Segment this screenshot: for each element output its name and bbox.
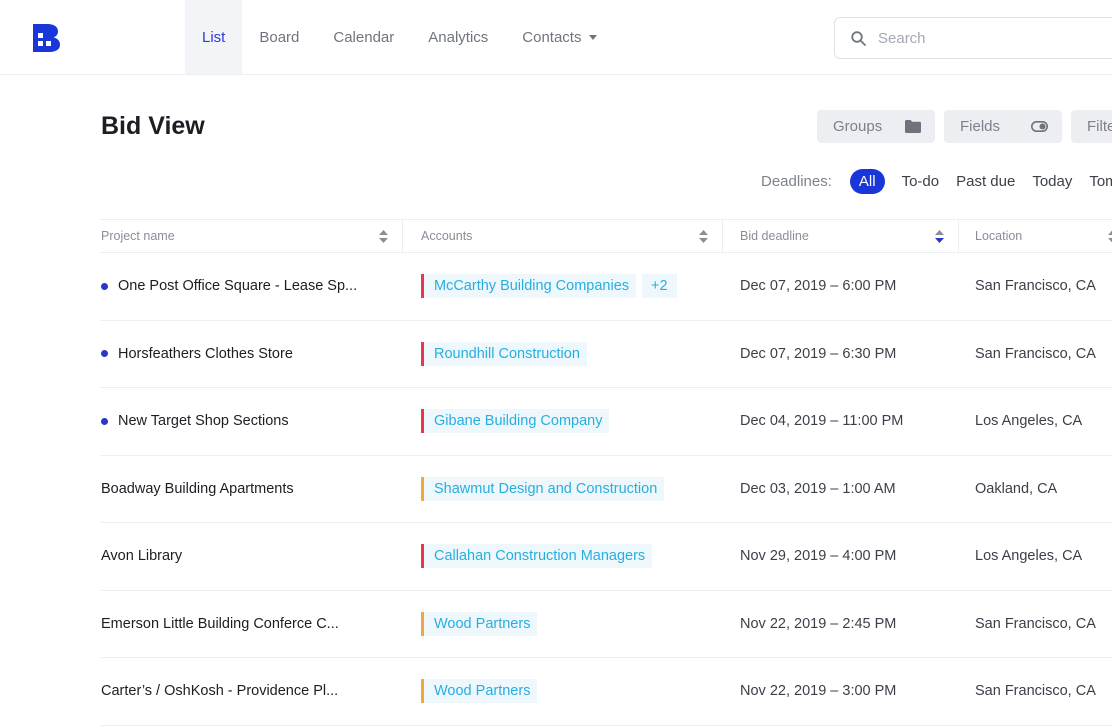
table-row[interactable]: Avon Library Callahan Construction Manag… [101,523,1112,591]
fields-button[interactable]: Fields [944,110,1062,143]
deadline-filter-todo[interactable]: To-do [902,173,940,190]
deadline-filter-past-due[interactable]: Past due [956,173,1015,190]
tab-calendar[interactable]: Calendar [316,0,411,74]
project-cell: New Target Shop Sections [101,413,403,429]
sort-icon[interactable] [379,229,388,243]
project-cell: Emerson Little Building Conferce C... [101,616,403,632]
deadline-filter-bar: Deadlines: All To-do Past due Today Tomo… [761,169,1112,194]
column-label: Project name [101,229,175,243]
project-cell: Boadway Building Apartments [101,481,403,497]
tab-label: Contacts [522,28,582,46]
view-toolbar: Groups Fields Filters [817,110,1112,143]
accounts-cell: Gibane Building Company [403,409,723,434]
project-cell: Avon Library [101,548,403,564]
deadline-filter-tomorrow[interactable]: Tomorrow [1089,173,1112,190]
table-row[interactable]: Horsfeathers Clothes Store Roundhill Con… [101,321,1112,388]
bid-deadline: Nov 22, 2019 – 2:45 PM [740,615,897,632]
accounts-cell: Shawmut Design and Construction [403,476,723,501]
project-name[interactable]: One Post Office Square - Lease Sp... [118,278,357,294]
caret-down-icon [589,34,598,40]
project-cell: Horsfeathers Clothes Store [101,346,403,362]
folder-icon [905,120,921,133]
project-name[interactable]: Carter’s / OshKosh - Providence Pl... [101,683,338,699]
table-row[interactable]: Emerson Little Building Conferce C... Wo… [101,591,1112,658]
bid-deadline: Dec 03, 2019 – 1:00 AM [740,480,896,497]
main-nav: List Board Calendar Analytics Contacts [185,0,614,74]
location: San Francisco, CA [975,615,1096,632]
deadlines-label: Deadlines: [761,173,832,190]
tab-contacts[interactable]: Contacts [505,0,614,74]
location: Los Angeles, CA [975,548,1083,565]
accounts-cell: Wood Partners [403,611,723,636]
page-title: Bid View [101,112,205,140]
account-tag[interactable]: Shawmut Design and Construction [421,476,665,501]
table-row[interactable]: Boadway Building Apartments Shawmut Desi… [101,456,1112,523]
project-cell: Carter’s / OshKosh - Providence Pl... [101,683,403,699]
location: San Francisco, CA [975,683,1096,700]
location: Los Angeles, CA [975,413,1083,430]
location: San Francisco, CA [975,278,1096,295]
account-tag[interactable]: Callahan Construction Managers [421,544,653,569]
bid-deadline: Dec 07, 2019 – 6:00 PM [740,278,897,295]
bids-table: Project name Accounts Bid deadline Locat… [101,219,1112,726]
search-icon [851,30,866,46]
filters-label: Filters [1087,118,1112,135]
tab-analytics[interactable]: Analytics [411,0,505,74]
table-row[interactable]: New Target Shop Sections Gibane Building… [101,388,1112,456]
filters-button[interactable]: Filters [1071,110,1112,143]
account-tag[interactable]: Gibane Building Company [421,409,610,434]
top-bar: List Board Calendar Analytics Contacts [0,0,1112,75]
project-name[interactable]: Emerson Little Building Conferce C... [101,616,339,632]
more-accounts-badge[interactable]: +2 [642,274,677,299]
tab-board[interactable]: Board [242,0,316,74]
sort-icon[interactable] [699,229,708,243]
project-cell: One Post Office Square - Lease Sp... [101,278,403,294]
groups-button[interactable]: Groups [817,110,935,143]
account-tag[interactable]: Roundhill Construction [421,341,587,366]
unread-dot-icon [101,282,108,290]
column-label: Location [975,229,1023,243]
unread-dot-icon [101,417,108,425]
column-header-accounts[interactable]: Accounts [403,220,723,252]
project-name[interactable]: Horsfeathers Clothes Store [118,346,293,362]
bid-deadline: Nov 22, 2019 – 3:00 PM [740,683,897,700]
table-header: Project name Accounts Bid deadline Locat… [101,219,1112,253]
column-header-location[interactable]: Location [959,220,1112,252]
column-header-bid-deadline[interactable]: Bid deadline [723,220,959,252]
table-row[interactable]: Carter’s / OshKosh - Providence Pl... Wo… [101,658,1112,726]
tab-label: List [202,28,226,46]
location: San Francisco, CA [975,345,1096,362]
project-name[interactable]: New Target Shop Sections [118,413,289,429]
sort-icon[interactable] [1108,230,1112,243]
unread-dot-icon [101,350,108,358]
accounts-cell: Callahan Construction Managers [403,544,723,569]
tab-label: Calendar [333,28,395,46]
groups-label: Groups [833,118,883,135]
search-input[interactable] [876,28,1076,48]
accounts-cell: Roundhill Construction [403,341,723,366]
column-header-project[interactable]: Project name [101,220,403,252]
deadline-filter-all[interactable]: All [849,169,885,194]
tab-label: Board [259,28,300,46]
sort-icon[interactable] [935,229,944,243]
location: Oakland, CA [975,480,1058,497]
tab-label: Analytics [428,28,489,46]
search-box[interactable] [834,17,1112,59]
fields-label: Fields [960,118,1001,135]
logo-icon[interactable] [33,24,60,52]
project-name[interactable]: Avon Library [101,548,182,564]
bid-deadline: Dec 07, 2019 – 6:30 PM [740,345,897,362]
bid-deadline: Dec 04, 2019 – 11:00 PM [740,413,904,430]
column-label: Accounts [421,229,473,243]
account-tag[interactable]: Wood Partners [421,611,538,636]
tab-list[interactable]: List [185,0,243,74]
bid-deadline: Nov 29, 2019 – 4:00 PM [740,548,897,565]
account-tag[interactable]: McCarthy Building Companies [421,274,637,299]
project-name[interactable]: Boadway Building Apartments [101,481,294,497]
table-row[interactable]: One Post Office Square - Lease Sp... McC… [101,253,1112,321]
toggle-icon [1031,121,1048,132]
column-label: Bid deadline [740,229,809,243]
deadline-filter-today[interactable]: Today [1032,173,1072,190]
accounts-cell: McCarthy Building Companies +2 [403,274,723,299]
